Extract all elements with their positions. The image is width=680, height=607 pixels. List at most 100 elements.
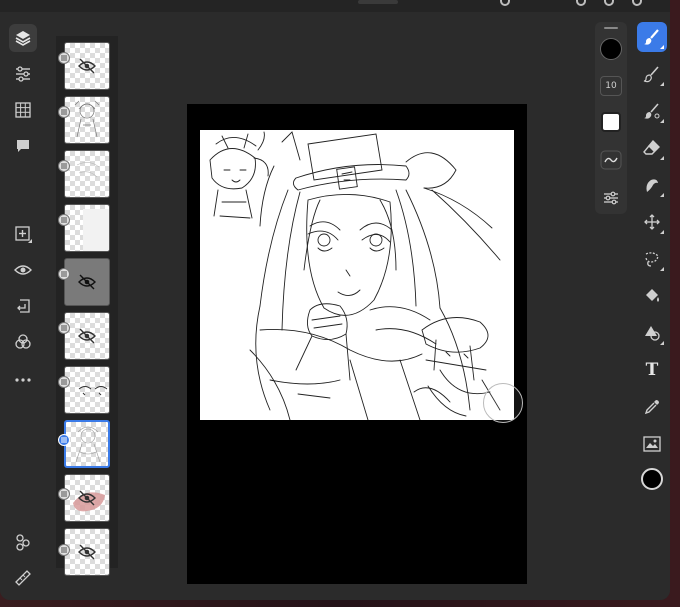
expand-indicator — [660, 82, 664, 86]
add-layer-icon — [15, 226, 32, 243]
sketch-thumbnail-icon — [78, 386, 108, 396]
eyedropper-tool[interactable] — [637, 392, 667, 422]
eye-hidden-icon — [78, 274, 96, 290]
app-window: 10 T — [0, 0, 670, 600]
text-tool[interactable]: T — [637, 355, 667, 385]
community-icon — [16, 534, 30, 551]
layer-thumbnail[interactable] — [64, 204, 110, 252]
layer-thumbnail[interactable] — [64, 96, 110, 144]
brush-secondary-color-button[interactable] — [599, 110, 623, 134]
comment-icon — [17, 140, 29, 152]
top-bar-control-icon[interactable] — [500, 0, 510, 6]
sliders-icon — [604, 191, 618, 205]
smudge-tool[interactable] — [637, 170, 667, 200]
layer-thumbnail[interactable] — [64, 150, 110, 198]
layer-menu-icon — [61, 163, 67, 169]
lasso-icon — [645, 252, 659, 267]
layer-menu-icon — [61, 55, 67, 61]
eye-icon — [14, 265, 32, 275]
top-bar-control-icon[interactable] — [632, 0, 642, 6]
brush-color-swatch — [600, 38, 622, 60]
adjustments-button[interactable] — [9, 60, 37, 88]
top-bar-control-icon[interactable] — [576, 0, 586, 6]
expand-indicator — [660, 45, 664, 49]
grid-icon — [15, 102, 31, 118]
paint-brush-tool[interactable] — [637, 22, 667, 52]
layer-options-badge[interactable] — [58, 268, 70, 280]
expand-indicator — [660, 267, 664, 271]
color-picker-button[interactable] — [637, 464, 667, 494]
eraser-tool[interactable] — [637, 133, 667, 163]
layer-options-badge[interactable] — [58, 322, 70, 334]
layer-options-badge[interactable] — [58, 214, 70, 226]
import-button[interactable] — [9, 292, 37, 320]
layer-options-badge[interactable] — [58, 434, 70, 446]
expand-indicator — [660, 193, 664, 197]
layer-menu-icon — [61, 379, 67, 385]
mixer-brush-icon — [644, 103, 660, 119]
layer-options-badge[interactable] — [58, 106, 70, 118]
eye-hidden-icon — [78, 544, 96, 560]
sliders-icon — [16, 66, 30, 82]
top-bar-control-icon[interactable] — [604, 0, 614, 6]
pixel-brush-tool[interactable] — [637, 59, 667, 89]
layer-thumbnail[interactable] — [64, 312, 110, 360]
brush-color-button[interactable] — [599, 37, 623, 61]
layer-options-badge[interactable] — [58, 52, 70, 64]
visibility-button[interactable] — [9, 256, 37, 284]
add-layer-button[interactable] — [9, 220, 37, 248]
brush-size-button[interactable]: 10 — [599, 74, 623, 98]
layer-options-badge[interactable] — [58, 488, 70, 500]
right-toolbar: T — [634, 12, 670, 600]
grid-button[interactable] — [9, 96, 37, 124]
eye-hidden-icon — [78, 58, 96, 74]
blend-button[interactable] — [9, 328, 37, 356]
brush-size-value: 10 — [600, 76, 622, 96]
expand-indicator — [660, 119, 664, 123]
brush-stroke-icon — [600, 150, 622, 170]
layer-menu-icon — [61, 437, 67, 443]
import-icon — [17, 299, 30, 313]
layer-options-badge[interactable] — [58, 160, 70, 172]
layers-panel — [56, 36, 118, 576]
layer-options-badge[interactable] — [58, 376, 70, 388]
layers-button[interactable] — [9, 24, 37, 52]
brush-stroke-button[interactable] — [599, 148, 623, 172]
brush-cursor — [483, 383, 523, 423]
lasso-tool[interactable] — [637, 244, 667, 274]
document-canvas[interactable] — [187, 104, 527, 584]
more-icon — [15, 378, 31, 382]
blend-icon — [15, 334, 31, 349]
ruler-button[interactable] — [9, 564, 37, 592]
shapes-icon — [645, 326, 660, 341]
comments-button[interactable] — [9, 132, 37, 160]
layer-thumbnail[interactable] — [64, 528, 110, 576]
shapes-tool[interactable] — [637, 318, 667, 348]
sketch-thumbnail-icon — [83, 209, 109, 251]
move-tool[interactable] — [637, 207, 667, 237]
title-pill — [358, 0, 398, 4]
paint-bucket-icon — [646, 289, 659, 302]
mixer-brush-tool[interactable] — [637, 96, 667, 126]
layer-menu-icon — [61, 109, 67, 115]
more-button[interactable] — [9, 366, 37, 394]
paint-brush-icon — [644, 29, 659, 45]
panel-grabber[interactable] — [604, 27, 618, 29]
layer-thumbnail[interactable] — [64, 42, 110, 90]
brush-settings-button[interactable] — [599, 186, 623, 210]
layer-thumbnail[interactable] — [64, 474, 110, 522]
layer-thumbnail[interactable] — [64, 366, 110, 414]
community-button[interactable] — [9, 528, 37, 556]
layer-menu-icon — [61, 217, 67, 223]
fill-tool[interactable] — [637, 281, 667, 311]
image-tool[interactable] — [637, 429, 667, 459]
expand-indicator — [660, 230, 664, 234]
sketch-thumbnail-icon — [75, 426, 101, 463]
text-icon: T — [645, 360, 659, 380]
layer-thumbnail[interactable] — [64, 258, 110, 306]
layer-menu-icon — [61, 547, 67, 553]
brush-secondary-swatch — [601, 112, 621, 132]
layer-menu-icon — [61, 491, 67, 497]
layer-thumbnail-selected[interactable] — [64, 420, 110, 468]
layer-options-badge[interactable] — [58, 544, 70, 556]
